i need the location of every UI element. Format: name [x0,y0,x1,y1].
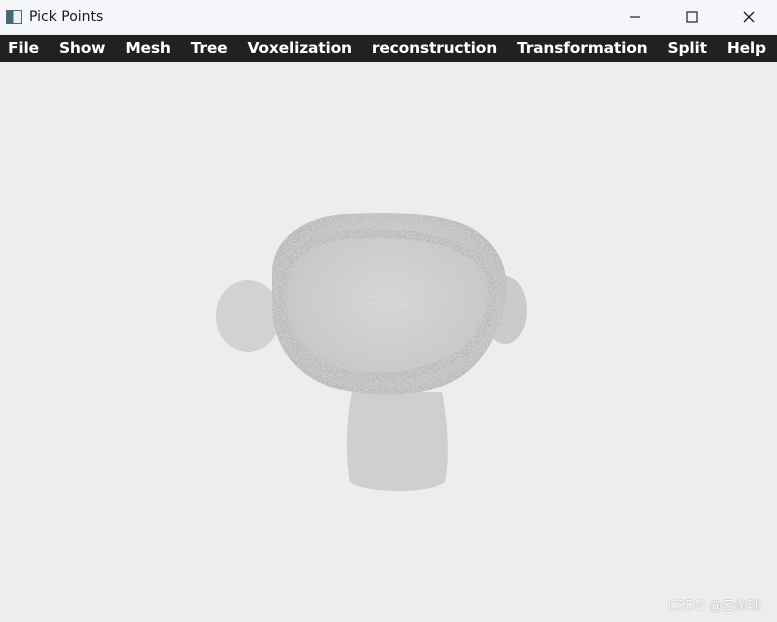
menu-reconstruction[interactable]: reconstruction [362,35,507,62]
menu-file[interactable]: File [0,35,49,62]
menu-voxelization[interactable]: Voxelization [237,35,361,62]
menu-help[interactable]: Help [717,35,776,62]
3d-viewport[interactable]: CSDN @云杂项 [0,62,777,622]
menu-mesh[interactable]: Mesh [115,35,180,62]
menu-tree[interactable]: Tree [181,35,238,62]
close-icon [743,11,754,23]
maximize-icon [685,11,698,23]
close-button[interactable] [720,0,777,34]
menu-split[interactable]: Split [658,35,717,62]
watermark: CSDN @云杂项 [667,599,761,614]
pick-points-window: Pick Points File Show Mesh Tree Voxeliza… [0,0,777,622]
menu-bar: File Show Mesh Tree Voxelization reconst… [0,35,777,62]
menu-show[interactable]: Show [49,35,115,62]
minimize-button[interactable] [606,0,663,34]
point-cloud-speckle [216,213,527,491]
window-title: Pick Points [29,9,104,25]
menu-transformation[interactable]: Transformation [507,35,658,62]
minimize-icon [629,16,640,18]
maximize-button[interactable] [663,0,720,34]
app-icon [6,10,22,24]
window-controls [606,0,777,34]
point-cloud-model[interactable] [0,62,777,622]
title-bar[interactable]: Pick Points [0,0,777,34]
